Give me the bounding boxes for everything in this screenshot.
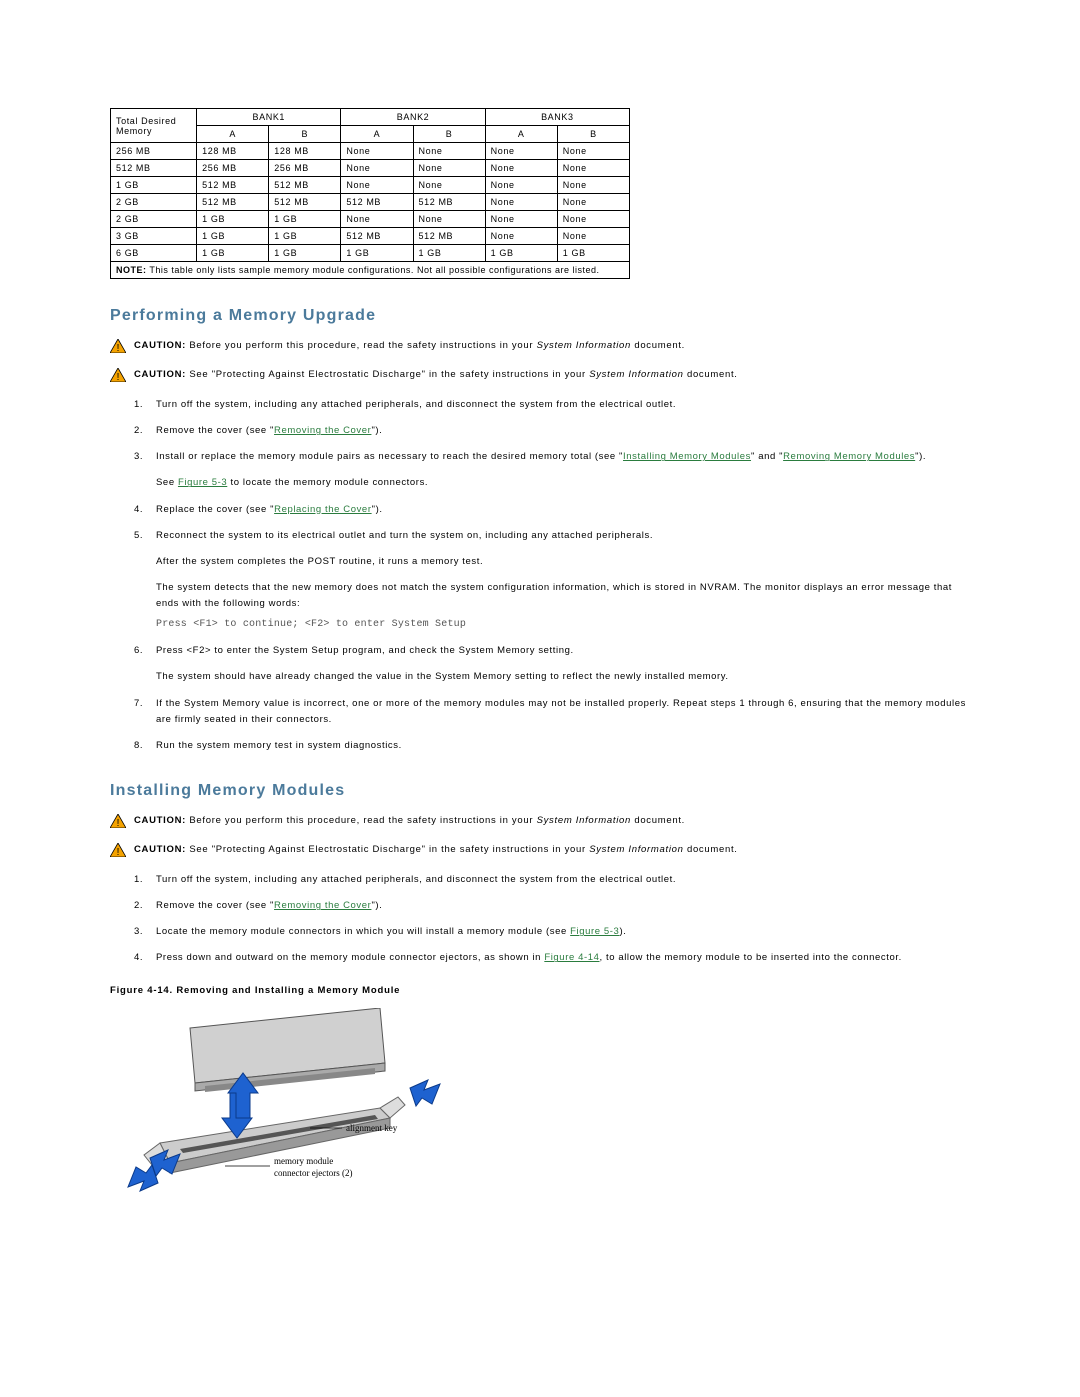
list-item: Remove the cover (see "Removing the Cove… [134,423,970,439]
memory-config-table: Total Desired Memory BANK1 BANK2 BANK3 A… [110,108,630,279]
table-header-total: Total Desired Memory [111,109,197,143]
table-subheader: A [485,126,557,143]
table-header-bank1: BANK1 [197,109,341,126]
table-subheader: A [197,126,269,143]
table-row: 2 GB 1 GB1 GB NoneNone NoneNone [111,211,630,228]
install-steps-list: Turn off the system, including any attac… [134,872,970,967]
list-item: If the System Memory value is incorrect,… [134,696,970,728]
table-row: 512 MB 256 MB256 MB NoneNone NoneNone [111,160,630,177]
svg-text:!: ! [117,343,120,353]
table-row: 256 MB 128 MB128 MB NoneNone NoneNone [111,143,630,160]
link-removing-cover[interactable]: Removing the Cover [274,425,371,436]
section-title-upgrade: Performing a Memory Upgrade [110,307,970,325]
svg-text:!: ! [117,847,120,857]
link-installing-modules[interactable]: Installing Memory Modules [623,451,751,462]
list-item: Replace the cover (see "Replacing the Co… [134,502,970,518]
code-block: Press <F1> to continue; <F2> to enter Sy… [156,616,970,633]
link-figure-4-14[interactable]: Figure 4-14 [544,952,599,963]
list-item: Turn off the system, including any attac… [134,397,970,413]
table-row: 1 GB 512 MB512 MB NoneNone NoneNone [111,177,630,194]
caution-block: ! CAUTION: See "Protecting Against Elect… [110,843,970,862]
warning-icon: ! [110,843,126,862]
warning-icon: ! [110,339,126,358]
table-header-bank2: BANK2 [341,109,485,126]
table-note: NOTE: This table only lists sample memor… [111,262,630,279]
link-removing-cover[interactable]: Removing the Cover [274,900,371,911]
caution-block: ! CAUTION: Before you perform this proce… [110,814,970,833]
table-subheader: B [413,126,485,143]
figure-label-alignment: alignment key [346,1123,398,1133]
warning-icon: ! [110,368,126,387]
list-item: Turn off the system, including any attac… [134,872,970,888]
caution-block: ! CAUTION: See "Protecting Against Elect… [110,368,970,387]
list-item: Locate the memory module connectors in w… [134,924,970,940]
table-subheader: B [269,126,341,143]
table-row: 3 GB 1 GB1 GB 512 MB512 MB NoneNone [111,228,630,245]
link-removing-modules[interactable]: Removing Memory Modules [783,451,915,462]
svg-text:!: ! [117,818,120,828]
link-figure-5-3[interactable]: Figure 5-3 [178,477,227,488]
figure-4-14: alignment key memory module connector ej… [110,1008,450,1208]
link-replacing-cover[interactable]: Replacing the Cover [274,504,371,515]
list-item: Press down and outward on the memory mod… [134,950,970,966]
list-item: Reconnect the system to its electrical o… [134,528,970,634]
figure-label-eject1: memory module [274,1156,333,1166]
warning-icon: ! [110,814,126,833]
table-subheader: B [557,126,629,143]
list-item: Install or replace the memory module pai… [134,449,970,491]
section-title-install: Installing Memory Modules [110,782,970,800]
table-header-bank3: BANK3 [485,109,629,126]
table-row: 2 GB 512 MB512 MB 512 MB512 MB NoneNone [111,194,630,211]
link-figure-5-3[interactable]: Figure 5-3 [570,926,619,937]
figure-caption: Figure 4-14. Removing and Installing a M… [110,985,970,996]
list-item: Remove the cover (see "Removing the Cove… [134,898,970,914]
table-subheader: A [341,126,413,143]
figure-label-eject2: connector ejectors (2) [274,1168,352,1178]
upgrade-steps-list: Turn off the system, including any attac… [134,397,970,754]
list-item: Run the system memory test in system dia… [134,738,970,754]
list-item: Press <F2> to enter the System Setup pro… [134,643,970,685]
svg-text:!: ! [117,372,120,382]
caution-block: ! CAUTION: Before you perform this proce… [110,339,970,358]
table-row: 6 GB 1 GB1 GB 1 GB1 GB 1 GB1 GB [111,245,630,262]
